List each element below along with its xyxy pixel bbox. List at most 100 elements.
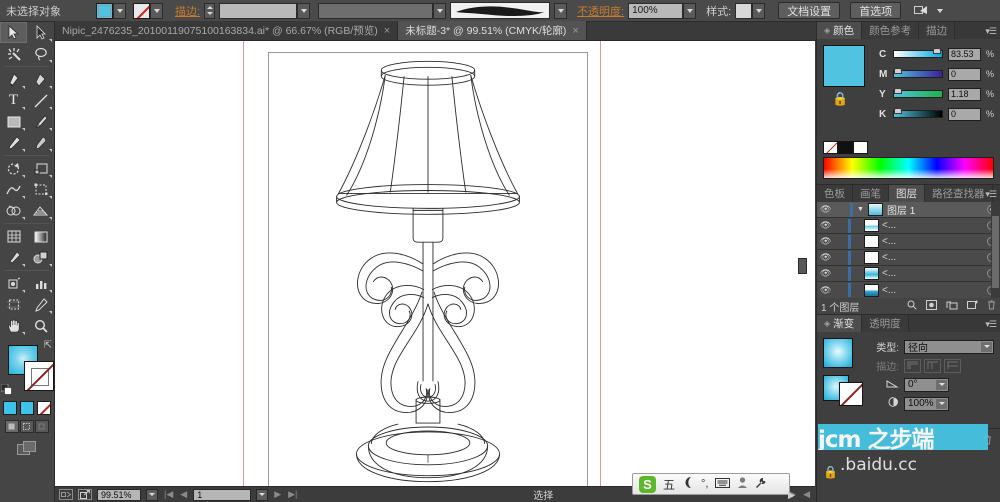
shape-builder-tool[interactable]	[0, 200, 27, 221]
swatch-white[interactable]	[853, 141, 868, 154]
draw-inside-button[interactable]	[35, 420, 49, 433]
add-anchor-point-tool[interactable]	[27, 69, 54, 90]
direct-selection-tool[interactable]	[27, 22, 54, 43]
sublayer-row-2[interactable]: 👁 <...	[817, 250, 1000, 266]
channel-value-y[interactable]: 1.18	[947, 87, 981, 101]
fill-color-control[interactable]	[96, 2, 126, 19]
stroke-weight-arrow[interactable]	[297, 2, 311, 19]
active-color-swatch[interactable]	[823, 45, 865, 87]
tab-brushes[interactable]: 画笔	[853, 185, 889, 202]
ime-toolbar[interactable]: S 五 °,	[632, 473, 790, 495]
opacity-label[interactable]: 不透明度:	[577, 3, 624, 19]
eyedropper-tool[interactable]	[0, 247, 27, 268]
rectangle-tool[interactable]	[0, 111, 27, 132]
swap-fill-stroke-icon[interactable]: ⇱	[44, 340, 52, 351]
gradient-lock-icon[interactable]: 🔒	[823, 465, 838, 479]
visibility-eye-icon[interactable]: 👁	[820, 220, 831, 231]
gradient-tool[interactable]	[27, 226, 54, 247]
gradient-type-select[interactable]: 径向	[904, 339, 994, 354]
panel-collapse-handle[interactable]	[798, 258, 807, 274]
channel-slider-k[interactable]	[893, 108, 943, 118]
document-setup-button[interactable]: 文档设置	[778, 2, 841, 19]
slice-tool[interactable]	[27, 294, 54, 315]
expand-triangle-icon[interactable]: ▼	[857, 206, 864, 213]
visibility-eye-icon[interactable]: 👁	[820, 268, 831, 279]
layers-panel-menu-icon[interactable]: ▾☰	[985, 189, 997, 200]
swatch-black[interactable]	[838, 141, 853, 154]
layers-scrollbar[interactable]	[991, 202, 1000, 298]
fill-swatch[interactable]	[96, 2, 113, 19]
screen-mode-button[interactable]	[0, 441, 54, 457]
tab-stroke[interactable]: 描边	[919, 22, 956, 39]
keyboard-icon[interactable]	[715, 477, 731, 491]
none-mode-button[interactable]	[37, 401, 51, 415]
stroke-swatch-none[interactable]	[133, 2, 150, 19]
stroke-label[interactable]: 描边:	[175, 3, 200, 19]
opacity-control[interactable]: 100%	[628, 2, 697, 19]
magic-wand-tool[interactable]	[0, 43, 27, 64]
stroke-profile-control[interactable]	[318, 2, 447, 19]
zoom-dropdown-arrow[interactable]	[146, 488, 158, 501]
sublayer-label[interactable]: <...	[882, 252, 896, 263]
style-control[interactable]	[735, 2, 766, 19]
arrange-dropdown-arrow[interactable]	[933, 3, 946, 19]
next-artboard-button[interactable]: ▶	[273, 489, 282, 500]
delete-layer-icon[interactable]	[987, 300, 996, 313]
paintbrush-tool[interactable]	[27, 111, 54, 132]
fill-dropdown-arrow[interactable]	[113, 2, 126, 19]
line-segment-tool[interactable]	[27, 90, 54, 111]
gradient-aspect-select[interactable]: 100%	[904, 396, 949, 411]
moon-icon[interactable]	[682, 476, 694, 492]
gradient-preview-swatch[interactable]	[823, 338, 853, 368]
visibility-eye-icon[interactable]: 👁	[820, 285, 831, 296]
sublayer-row-3[interactable]: 👁 <...	[817, 266, 1000, 282]
column-graph-tool[interactable]	[27, 273, 54, 294]
table-lamp-outline-drawing[interactable]	[269, 53, 587, 486]
sublayer-row-1[interactable]: 👁 <...	[817, 234, 1000, 250]
canvas-area[interactable]	[55, 41, 815, 486]
symbol-sprayer-tool[interactable]	[0, 273, 27, 294]
stroke-gradient-across-icon[interactable]	[944, 358, 961, 373]
new-layer-icon[interactable]	[967, 300, 978, 313]
new-sublayer-icon[interactable]	[946, 300, 958, 313]
tab-swatches[interactable]: 色板	[817, 185, 853, 202]
visibility-eye-icon[interactable]: 👁	[820, 236, 831, 247]
wrench-icon[interactable]	[755, 477, 767, 492]
stroke-color-control[interactable]	[133, 2, 163, 19]
channel-slider-c[interactable]	[893, 48, 943, 58]
type-tool[interactable]: T	[0, 90, 27, 111]
layers-scrollbar-thumb[interactable]	[992, 216, 999, 288]
zoom-tool[interactable]	[27, 315, 54, 336]
stroke-weight-stepper[interactable]	[204, 2, 216, 19]
sublayer-label[interactable]: <...	[882, 268, 896, 279]
stroke-weight-field[interactable]	[219, 2, 298, 19]
channel-value-c[interactable]: 83.53	[947, 47, 981, 61]
layer-name[interactable]: 图层 1	[887, 202, 915, 217]
draw-behind-button[interactable]	[20, 420, 34, 433]
blend-tool[interactable]	[27, 247, 54, 268]
rotate-tool[interactable]	[0, 158, 27, 179]
tab-pathfinder[interactable]: 路径查找器	[925, 185, 993, 202]
color-spectrum-bar[interactable]	[823, 157, 994, 179]
stroke-gradient-within-icon[interactable]	[904, 358, 921, 373]
swatch-none[interactable]	[823, 141, 838, 154]
mesh-tool[interactable]	[0, 226, 27, 247]
tab-gradient[interactable]: ◈ 渐变	[817, 315, 863, 332]
lock-icon[interactable]: 🔒	[832, 91, 848, 107]
stroke-profile-field[interactable]	[318, 2, 434, 19]
tab-transparency[interactable]: 透明度	[862, 315, 909, 332]
blob-brush-tool[interactable]	[27, 132, 54, 153]
sogou-logo-icon[interactable]: S	[639, 475, 656, 493]
stroke-gradient-along-icon[interactable]	[924, 358, 941, 373]
scale-tool[interactable]	[27, 158, 54, 179]
gradient-stroke-swatch-none[interactable]	[839, 382, 863, 406]
fit-artboard-icon[interactable]	[59, 489, 73, 500]
prev-artboard-button[interactable]: ◀	[179, 489, 188, 500]
pencil-tool[interactable]	[0, 132, 27, 153]
sublayer-row-0[interactable]: 👁 <...	[817, 218, 1000, 234]
document-tab-1[interactable]: 未标题-3* @ 99.51% (CMYK/轮廓) ×	[398, 21, 587, 40]
color-mode-button[interactable]	[3, 401, 17, 415]
artboard-dropdown-arrow[interactable]	[256, 488, 269, 501]
tab-color-guide[interactable]: 颜色参考	[862, 22, 920, 39]
make-mask-icon[interactable]	[926, 299, 937, 313]
